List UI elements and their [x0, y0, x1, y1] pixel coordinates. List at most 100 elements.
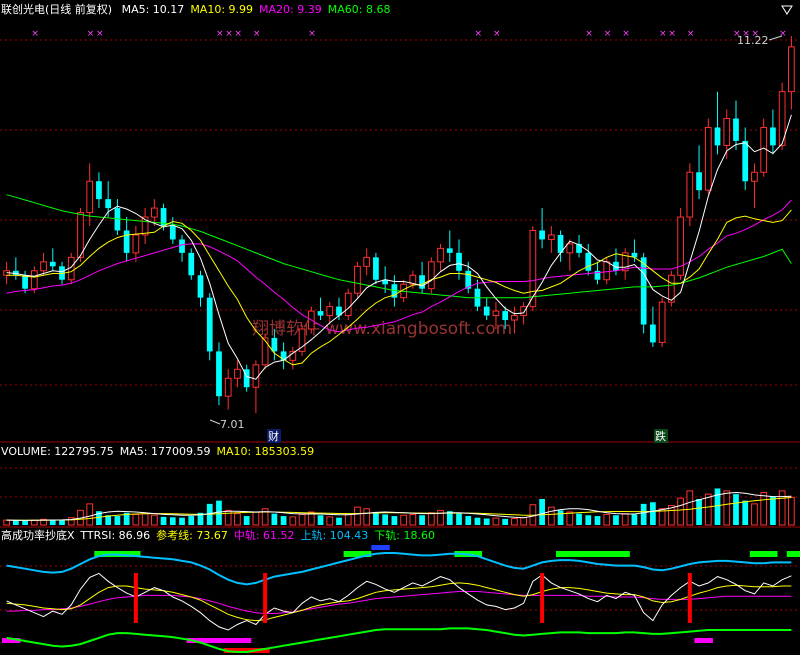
- header-item-0: VOLUME: 122795.75: [1, 445, 114, 458]
- candle-body: [437, 247, 444, 263]
- candle-body: [566, 243, 574, 254]
- top-signal-bar: [786, 551, 800, 557]
- volume-bar: [456, 513, 462, 525]
- volume-bar: [326, 516, 334, 526]
- indicator-header: 高成功率抄底X TTRSI: 86.96 参考线: 73.67 中轨: 61.52 上轨…: [1, 528, 435, 542]
- volume-bar: [613, 515, 619, 525]
- top-signal-bar-blue: [371, 545, 390, 550]
- header-item-4: 上轨: 104.43: [301, 528, 369, 542]
- volume-bar: [788, 496, 795, 526]
- candle-body: [197, 275, 204, 298]
- candle-body: [529, 229, 537, 308]
- signal-x-marker: ×: [474, 29, 482, 39]
- volume-bar: [603, 513, 611, 526]
- candle-body: [658, 301, 666, 343]
- signal-x-marker: ×: [253, 29, 261, 39]
- signal-x-marker: ×: [585, 29, 593, 39]
- candle-body: [704, 126, 712, 191]
- volume-bar: [391, 516, 398, 525]
- signal-x-marker: ×: [687, 29, 695, 39]
- volume-bar: [465, 516, 472, 525]
- volume-bar: [150, 514, 158, 526]
- header-item-1: MA5: 177009.59: [120, 445, 211, 458]
- volume-bar: [224, 509, 232, 526]
- volume-bar: [770, 496, 776, 525]
- top-signal-bar: [749, 551, 778, 557]
- candle-body: [751, 171, 758, 182]
- chart-canvas: 翔博软件 www.xiangbosoft.com × × × × × × × × × × × × × × ×…: [0, 2, 800, 653]
- header-item-0: MA5: 10.17: [122, 3, 185, 16]
- drop-event-label: 跌: [655, 429, 666, 443]
- candle-body: [788, 46, 795, 93]
- volume-bar: [188, 516, 195, 525]
- signal-x-marker: ×: [308, 29, 316, 39]
- low-price-label: 7.01: [220, 418, 245, 431]
- buy-signal-stick: [687, 573, 692, 623]
- volume-bar: [271, 513, 278, 525]
- header-item-2: MA10: 185303.59: [216, 445, 314, 458]
- volume-bar: [778, 490, 786, 526]
- candle-body: [650, 324, 656, 343]
- candle-body: [150, 207, 158, 218]
- volume-bar: [298, 513, 306, 526]
- top-signal-bar: [555, 551, 630, 557]
- signal-x-marker: ×: [225, 29, 233, 39]
- candle-body: [326, 306, 334, 317]
- signal-x-marker: ×: [31, 29, 39, 39]
- candle-body: [446, 248, 453, 253]
- candle-body: [271, 337, 278, 352]
- volume-bar: [86, 503, 94, 526]
- candle-body: [585, 252, 592, 271]
- volume-bar: [483, 518, 490, 525]
- volume-bar: [400, 514, 407, 526]
- candle-body: [49, 261, 56, 267]
- volume-bar: [141, 513, 149, 526]
- candle-body: [96, 181, 102, 200]
- buy-signal-stick: [540, 573, 545, 623]
- volume-bar: [511, 518, 518, 526]
- candle-body: [520, 306, 528, 317]
- volume-bar: [733, 494, 739, 525]
- candlestick-series: [3, 36, 795, 414]
- volume-bar: [594, 516, 601, 525]
- header-item-3: 中轨: 61.52: [234, 528, 295, 542]
- signal-x-marker: ×: [668, 29, 676, 39]
- reference-line: [6, 582, 792, 622]
- candle-body: [188, 252, 195, 276]
- candle-body: [261, 337, 269, 366]
- volume-bar: [132, 513, 140, 526]
- candle-body: [77, 212, 84, 258]
- signal-x-marker: ×: [779, 29, 787, 39]
- volume-bar: [30, 519, 38, 526]
- lower-band-line: [6, 627, 792, 653]
- volume-bar: [169, 517, 176, 525]
- volume-bar: [557, 510, 564, 525]
- buy-signal-stick: [263, 573, 268, 623]
- volume-bar: [160, 516, 167, 525]
- volume-bar: [409, 513, 417, 526]
- volume-bar: [520, 517, 528, 526]
- candle-body: [723, 118, 731, 146]
- volume-bar: [585, 515, 592, 525]
- volume-bar: [751, 503, 758, 526]
- candle-body: [770, 127, 776, 146]
- candle-body: [224, 377, 232, 397]
- candle-body: [492, 310, 500, 317]
- candle-body: [206, 297, 213, 352]
- candle-body: [373, 257, 379, 280]
- signal-x-marker: ×: [96, 29, 104, 39]
- volume-header: VOLUME: 122795.75 MA5: 177009.59 MA10: 185…: [1, 445, 314, 458]
- mid-band-line: [6, 591, 792, 614]
- header-item-5: 下轨: 18.60: [374, 528, 435, 542]
- volume-bar: [686, 490, 694, 526]
- volume-bar: [714, 488, 721, 525]
- volume-bar: [179, 517, 185, 525]
- candle-body: [696, 172, 702, 191]
- volume-bar: [3, 519, 10, 526]
- signal-x-marker: ×: [659, 29, 667, 39]
- ttrsi-line: [6, 572, 792, 631]
- main-chart-header: 联创光电(日线 前复权) MA5: 10.17 MA10: 9.99 MA20: 9…: [1, 2, 390, 16]
- expand-arrow-icon[interactable]: [781, 5, 793, 15]
- watermark: 翔博软件 www.xiangbosoft.com: [252, 319, 512, 339]
- candle-body: [169, 226, 176, 240]
